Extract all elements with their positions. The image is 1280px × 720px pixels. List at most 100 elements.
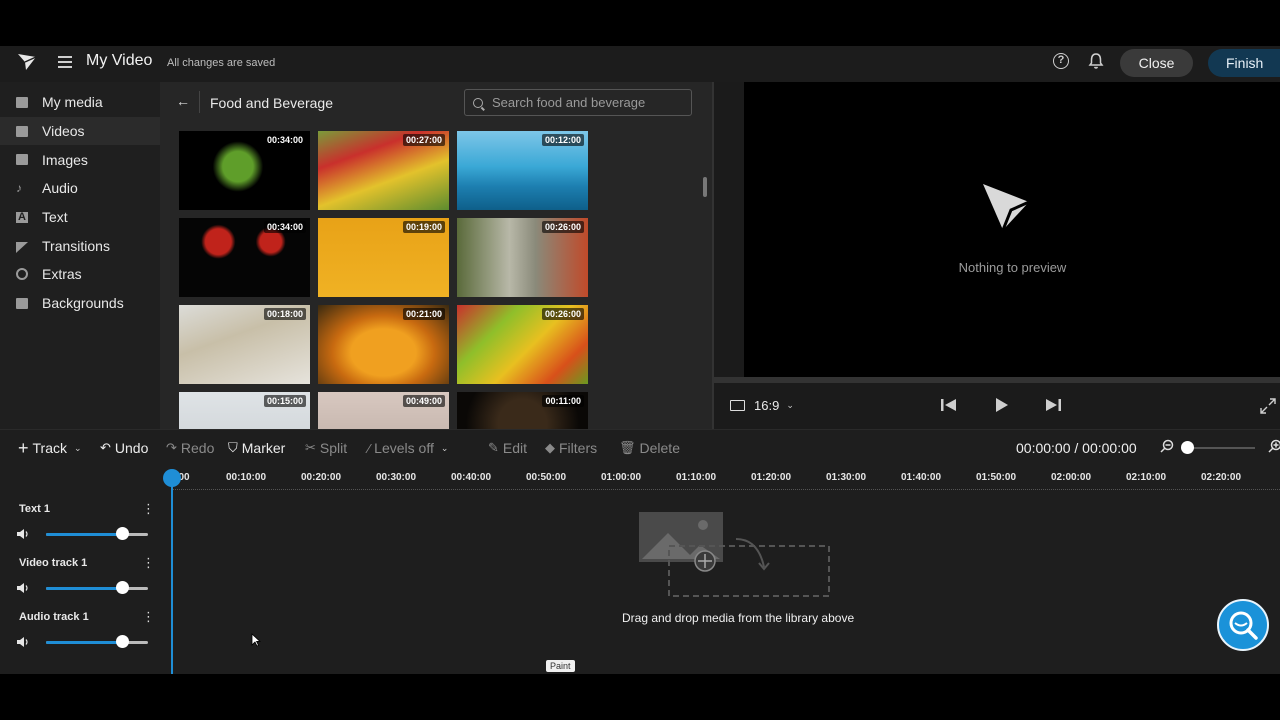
search-input[interactable] xyxy=(492,95,682,110)
video-thumbnail[interactable]: 00:18:00 xyxy=(179,305,310,384)
volume-handle[interactable] xyxy=(116,581,129,594)
ruler-label: 01:30:00 xyxy=(825,472,867,483)
video-thumbnail[interactable]: 00:34:00 xyxy=(179,218,310,297)
search-help-button[interactable] xyxy=(1217,599,1269,651)
more-options-icon[interactable]: ⋮ xyxy=(142,502,155,515)
preview-screen: Nothing to preview xyxy=(744,82,1280,377)
trash-icon: 🗑 xyxy=(619,440,636,455)
levels-select[interactable]: ⁄ Levels off ⌄ xyxy=(368,440,448,456)
sidebar-item-videos[interactable]: Videos xyxy=(0,116,160,146)
duration-badge: 00:11:00 xyxy=(542,395,584,407)
video-thumbnail[interactable]: 00:26:00 xyxy=(457,305,588,384)
plus-icon: + xyxy=(18,438,29,458)
timeline-toolbar: + Track ⌄ ↶ Undo ↷ Redo ⛉ Marker ✂ Split… xyxy=(0,429,1280,465)
project-title[interactable]: My Video xyxy=(86,52,152,70)
video-thumbnail[interactable]: 00:11:00 xyxy=(457,392,588,429)
zoom-slider-handle[interactable] xyxy=(1181,441,1194,454)
media-library: ← Food and Beverage 00:34:00 00:27:00 00… xyxy=(160,82,712,429)
preview-progress-bar[interactable] xyxy=(714,377,1280,383)
drop-instructions: Drag and drop media from the library abo… xyxy=(622,611,855,625)
logo-icon[interactable] xyxy=(17,53,37,71)
sidebar-item-audio[interactable]: ♪ Audio xyxy=(0,174,160,203)
edit-label: Edit xyxy=(502,440,528,456)
timeline-ruler[interactable]: 00 00:10:00 00:20:00 00:30:00 00:40:00 0… xyxy=(0,465,1280,495)
more-options-icon[interactable]: ⋮ xyxy=(142,556,155,569)
sidebar-item-text[interactable]: A Text xyxy=(0,203,160,232)
add-track-button[interactable]: + Track ⌄ xyxy=(18,438,82,458)
volume-icon[interactable] xyxy=(16,582,30,594)
timeline-drop-zone[interactable]: Drag and drop media from the library abo… xyxy=(174,495,1280,674)
track-name: Text 1 xyxy=(19,503,50,515)
sidebar-item-images[interactable]: Images xyxy=(0,145,160,174)
bell-icon[interactable] xyxy=(1088,52,1104,70)
ruler-label: 02:10:00 xyxy=(1125,472,1167,483)
play-icon[interactable] xyxy=(993,397,1009,413)
fullscreen-icon[interactable] xyxy=(1260,398,1276,414)
delete-button[interactable]: 🗑 Delete xyxy=(619,440,680,456)
pencil-icon: ✎ xyxy=(488,440,499,455)
save-status: All changes are saved xyxy=(167,57,276,69)
undo-button[interactable]: ↶ Undo xyxy=(100,440,148,456)
drag-drop-illustration xyxy=(639,512,830,597)
duration-badge: 00:27:00 xyxy=(402,134,445,146)
thumbnail-grid: 00:34:00 00:27:00 00:12:00 00:34:00 00:1… xyxy=(179,131,588,429)
redo-button[interactable]: ↷ Redo xyxy=(166,440,214,456)
sidebar-item-my-media[interactable]: My media xyxy=(0,88,160,117)
ruler-label: 01:50:00 xyxy=(975,472,1017,483)
image-icon xyxy=(16,154,28,166)
split-button[interactable]: ✂ Split xyxy=(305,440,347,456)
sidebar-item-label: Audio xyxy=(42,180,78,197)
volume-slider[interactable] xyxy=(46,641,148,644)
help-icon[interactable]: ? xyxy=(1053,53,1069,69)
video-thumbnail[interactable]: 00:27:00 xyxy=(318,131,449,210)
menu-icon[interactable] xyxy=(58,56,72,68)
ruler-label: 00:20:00 xyxy=(300,472,342,483)
video-thumbnail[interactable]: 00:26:00 xyxy=(457,218,588,297)
aspect-ratio-icon xyxy=(730,400,745,411)
volume-handle[interactable] xyxy=(116,527,129,540)
chevron-down-icon: ⌄ xyxy=(74,442,82,453)
back-arrow-icon[interactable]: ← xyxy=(176,93,190,109)
sidebar-item-label: Backgrounds xyxy=(42,295,124,312)
tooltip: Paint xyxy=(546,660,575,672)
duration-badge: 00:34:00 xyxy=(263,134,306,146)
text-icon: A xyxy=(16,211,28,223)
logo-icon xyxy=(983,184,1030,231)
duration-badge: 00:19:00 xyxy=(402,221,445,233)
track-header: Audio track 1 ⋮ xyxy=(0,603,168,657)
volume-handle[interactable] xyxy=(116,635,129,648)
filters-button[interactable]: ◆ Filters xyxy=(545,440,597,456)
marker-button[interactable]: ⛉ Marker xyxy=(228,440,285,456)
library-search[interactable] xyxy=(464,89,692,116)
zoom-slider-track[interactable] xyxy=(1187,447,1255,449)
video-thumbnail[interactable]: 00:49:00 xyxy=(318,392,449,429)
ruler-label: 01:10:00 xyxy=(675,472,717,483)
library-scrollbar[interactable] xyxy=(703,177,707,197)
volume-icon[interactable] xyxy=(16,636,30,648)
split-label: Split xyxy=(319,440,348,456)
finish-button[interactable]: Finish xyxy=(1208,49,1280,77)
volume-slider[interactable] xyxy=(46,533,148,536)
sidebar-item-label: Extras xyxy=(42,266,82,283)
zoom-in-icon[interactable] xyxy=(1268,439,1280,453)
video-thumbnail[interactable]: 00:15:00 xyxy=(179,392,310,429)
music-note-icon: ♪ xyxy=(16,180,22,195)
skip-back-icon[interactable] xyxy=(940,397,958,413)
skip-forward-icon[interactable] xyxy=(1044,397,1062,413)
edit-button[interactable]: ✎ Edit xyxy=(488,440,527,456)
sidebar-item-backgrounds[interactable]: Backgrounds xyxy=(0,289,160,318)
close-button[interactable]: Close xyxy=(1120,49,1193,77)
volume-slider[interactable] xyxy=(46,587,148,590)
sidebar-item-extras[interactable]: Extras xyxy=(0,260,160,289)
zoom-out-icon[interactable] xyxy=(1160,439,1174,453)
more-options-icon[interactable]: ⋮ xyxy=(142,610,155,623)
video-thumbnail[interactable]: 00:12:00 xyxy=(457,131,588,210)
filters-icon: ◆ xyxy=(545,440,555,455)
sidebar-item-transitions[interactable]: Transitions xyxy=(0,231,160,260)
video-thumbnail[interactable]: 00:19:00 xyxy=(318,218,449,297)
aspect-ratio-select[interactable]: 16:9 ⌄ xyxy=(730,398,794,413)
duration-badge: 00:21:00 xyxy=(402,308,445,320)
video-thumbnail[interactable]: 00:21:00 xyxy=(318,305,449,384)
video-thumbnail[interactable]: 00:34:00 xyxy=(179,131,310,210)
volume-icon[interactable] xyxy=(16,528,30,540)
